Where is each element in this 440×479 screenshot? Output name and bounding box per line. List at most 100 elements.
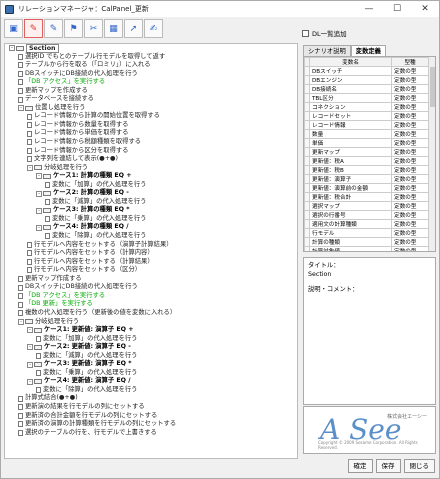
expand-toggle-icon[interactable]: -: [9, 45, 15, 52]
expand-toggle-icon[interactable]: -: [27, 378, 33, 385]
tree-row[interactable]: テーブルから行を取る（「ロミリ」）に入れる: [5, 61, 297, 70]
ok-button[interactable]: 確定: [347, 459, 373, 473]
grid-row[interactable]: DB接続名 定数の型: [304, 84, 429, 94]
tree-row[interactable]: 変数に「減算」の代入処理を行う: [5, 352, 297, 361]
tab-scenario-description[interactable]: シナリオ説明: [303, 45, 351, 56]
grid-row[interactable]: 計算対象値 定数の型: [304, 246, 429, 251]
expand-toggle-icon[interactable]: -: [36, 190, 42, 197]
document-icon: [27, 147, 32, 154]
folder-icon[interactable]: ▣: [4, 19, 23, 38]
close-button[interactable]: 閉じる: [403, 459, 435, 473]
tree-row[interactable]: レコード情報から計算の開始位置を取得する: [5, 112, 297, 121]
close-window-button[interactable]: ✕: [411, 1, 439, 17]
tree-row[interactable]: 「DB アクセス」を実行する: [5, 78, 297, 87]
grid-row[interactable]: コネクション 定数の型: [304, 102, 429, 112]
expand-toggle-icon[interactable]: -: [27, 164, 33, 171]
grid-row[interactable]: 単価 定数の型: [304, 138, 429, 148]
tree-row[interactable]: 変数に「乗算」の代入処理を行う: [5, 215, 297, 224]
flag-icon[interactable]: ⚑: [64, 19, 83, 38]
tree-row[interactable]: 複数の代入処理を行う（更新後の値を変数に入れる）: [5, 309, 297, 318]
expand-toggle-icon[interactable]: -: [27, 327, 33, 334]
cursor-icon[interactable]: ➚: [124, 19, 143, 38]
dl-list-checkbox-group[interactable]: DL一覧追加: [302, 28, 347, 38]
tree-row-label: 更新済の合計金額を行モデルの列にセットする: [25, 411, 158, 419]
tree-row[interactable]: 更新済の演算の計算種類を行モデルの列にセットする: [5, 420, 297, 429]
grid-row[interactable]: 適用文の計算種類 定数の型: [304, 219, 429, 229]
tree-row[interactable]: - ケース2: 計算の種類 EQ -: [5, 189, 297, 198]
tree-row[interactable]: - ケース1: 更新値: 演算子 EQ +: [5, 326, 297, 335]
tree-row[interactable]: 行モデルへ内容をセットする（計算結果）: [5, 258, 297, 267]
tree-row[interactable]: - ケース2: 更新値: 演算子 EQ -: [5, 343, 297, 352]
tree-row[interactable]: 計算式結合(●+●): [5, 394, 297, 403]
tree-row[interactable]: 変数に「除算」の代入処理を行う: [5, 232, 297, 241]
tree-row[interactable]: レコード情報から単価を取得する: [5, 129, 297, 138]
expand-toggle-icon[interactable]: -: [27, 344, 33, 351]
tree-row[interactable]: 「DB 更新」を実行する: [5, 300, 297, 309]
grid-scrollbar[interactable]: [428, 57, 435, 251]
grid-row[interactable]: レコード情報 定数の型: [304, 120, 429, 130]
tree-row[interactable]: 選択のテーブルの行を、行モデルで上書きする: [5, 429, 297, 438]
expand-toggle-icon[interactable]: -: [36, 207, 42, 214]
tree-row[interactable]: レコード情報から税額種類を取得する: [5, 138, 297, 147]
tree-row[interactable]: 更新済の合計金額を行モデルの列にセットする: [5, 412, 297, 421]
grid-row[interactable]: 選択マップ 定数の型: [304, 201, 429, 211]
tree-row[interactable]: 変数に「加算」の代入処理を行う: [5, 335, 297, 344]
grid-row[interactable]: 更新値：税A 定数の型: [304, 156, 429, 166]
grid-row[interactable]: 更新値：税合計 定数の型: [304, 192, 429, 202]
tree-row[interactable]: 選択ID でもとのテーブル行モデルを取得して返す: [5, 53, 297, 62]
record-red-icon[interactable]: ✎: [24, 19, 43, 38]
grid-row[interactable]: TBL区分 定数の型: [304, 93, 429, 103]
expand-toggle-icon[interactable]: -: [18, 318, 24, 325]
tree-row[interactable]: 更新マップを作成する: [5, 87, 297, 96]
tree-row[interactable]: 文字列を連結して表示(●+●): [5, 155, 297, 164]
grid-row[interactable]: 更新値：演算子 定数の型: [304, 174, 429, 184]
save-button[interactable]: 保存: [375, 459, 401, 473]
grid-cell: 更新値：演算子: [308, 174, 393, 184]
grid-cell: DBエンジン: [308, 75, 393, 85]
expand-toggle-icon[interactable]: -: [36, 224, 42, 231]
grid-row[interactable]: 計算の種類 定数の型: [304, 237, 429, 247]
dl-list-checkbox[interactable]: [302, 29, 309, 37]
grid-row[interactable]: 更新値：演算前の金額 定数の型: [304, 183, 429, 193]
tree-row[interactable]: 行モデルへ内容をセットする（計算内容）: [5, 249, 297, 258]
tree-row[interactable]: 変数に「加算」の代入処理を行う: [5, 181, 297, 190]
tree-row-label: DBスイッチにDB接続の代入処理を行う: [25, 283, 138, 291]
bookmark-icon[interactable]: ✍: [144, 19, 163, 38]
grid-cell: 数量: [308, 129, 393, 139]
expand-toggle-icon[interactable]: -: [36, 173, 42, 180]
tab-variable-definition[interactable]: 変数定義: [350, 45, 386, 56]
grid-row[interactable]: 更新マップ 定数の型: [304, 147, 429, 157]
tree-row[interactable]: - Section: [5, 44, 297, 53]
grid-icon[interactable]: ▦: [104, 19, 123, 38]
tree-row[interactable]: DBスイッチにDB接続の代入処理を行う: [5, 70, 297, 79]
tree-row[interactable]: 変数に「減算」の代入処理を行う: [5, 198, 297, 207]
tree-row[interactable]: 行モデルへ内容をセットする（区分）: [5, 266, 297, 275]
tree-row[interactable]: - ケース4: 計算の種類 EQ /: [5, 223, 297, 232]
tree-row[interactable]: - ケース1: 計算の種類 EQ +: [5, 172, 297, 181]
grid-row[interactable]: 選択の行番号 定数の型: [304, 210, 429, 220]
tree-row[interactable]: - ケース4: 更新値: 演算子 EQ /: [5, 377, 297, 386]
grid-row[interactable]: 数量 定数の型: [304, 129, 429, 139]
minimize-button[interactable]: —: [355, 1, 383, 17]
expand-toggle-icon[interactable]: -: [18, 105, 24, 112]
tree-row[interactable]: - 分岐処理を行う: [5, 318, 297, 327]
maximize-button[interactable]: ☐: [383, 1, 411, 17]
scroll-thumb[interactable]: [430, 67, 435, 107]
scenario-tree[interactable]: - Section 選択ID でもとのテーブル行モデルを取得して返す テーブルから行を…: [4, 43, 298, 459]
grid-row[interactable]: 行モデル 定数の型: [304, 228, 429, 238]
tree-row[interactable]: 行モデルへ内容をセットする（演算子計算結果）: [5, 241, 297, 250]
tree-row[interactable]: - ケース3: 更新値: 演算子 EQ *: [5, 360, 297, 369]
grid-row[interactable]: DBエンジン 定数の型: [304, 75, 429, 85]
tree-row[interactable]: データベースを接続する: [5, 95, 297, 104]
expand-toggle-icon[interactable]: -: [27, 361, 33, 368]
tree-row[interactable]: - 分岐処理を行う: [5, 164, 297, 173]
tree-row[interactable]: レコード情報から区分を取得する: [5, 147, 297, 156]
tree-row[interactable]: 更新演の結果を行モデルの列にセットする: [5, 403, 297, 412]
grid-row[interactable]: DBスイッチ 定数の型: [304, 66, 429, 76]
grid-row[interactable]: レコードセット 定数の型: [304, 111, 429, 121]
grid-row[interactable]: 更新値：税B 定数の型: [304, 165, 429, 175]
tree-row[interactable]: DBスイッチにDB接続の代入処理を行う: [5, 283, 297, 292]
record-icon[interactable]: ✎: [44, 19, 63, 38]
tool-icon[interactable]: ✂: [84, 19, 103, 38]
tree-row[interactable]: - ケース3: 計算の種類 EQ *: [5, 206, 297, 215]
